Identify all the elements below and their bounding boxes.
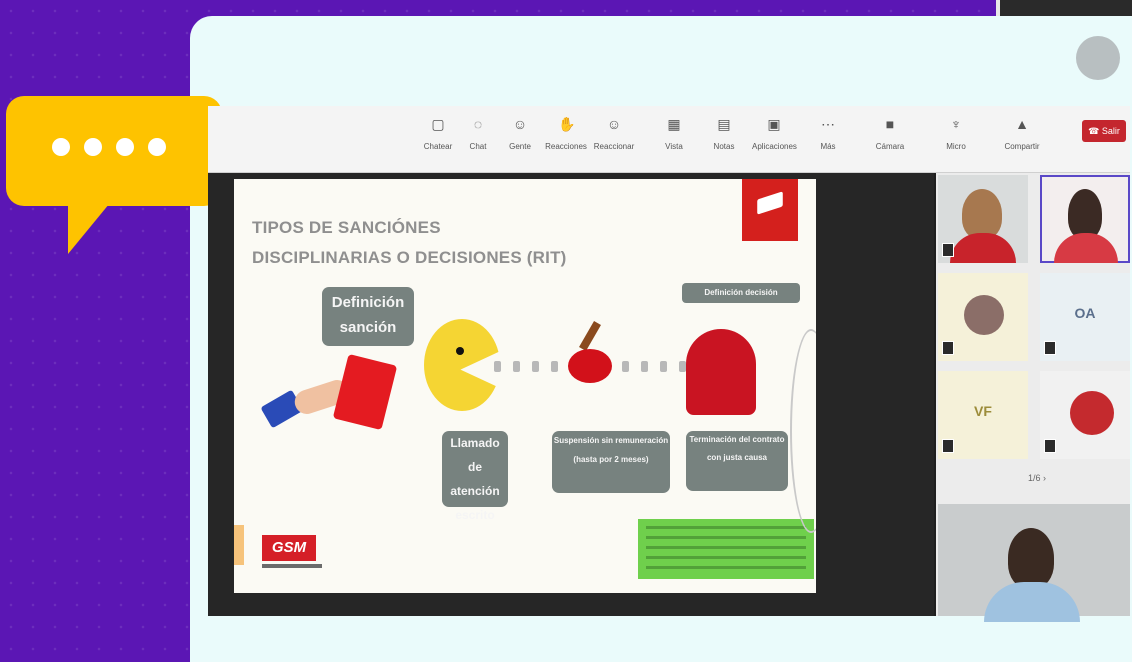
cherry-image [568,349,612,383]
typing-dots [52,138,166,156]
phone-icon: ☎ [1088,126,1100,136]
definition-decision-label: Definición decisión [682,283,800,303]
apps-icon: ▣ [767,116,781,132]
chat-bubble-tail [68,198,114,254]
grid-icon: ▦ [667,116,681,132]
camera-icon: ■ [885,116,895,132]
red-card-image [332,353,398,431]
people-icon: ☺ [512,116,528,132]
toolbar-mic-button[interactable]: ♆ Micro [934,116,978,151]
cherry-stem-image [579,321,601,351]
participant-tile-active[interactable] [1040,175,1130,263]
toolbar-camera-button[interactable]: ■ Cámara [868,116,912,151]
mic-muted-icon [942,439,954,453]
participant-tile[interactable] [938,273,1028,361]
gsm-logo: GSM [262,535,316,561]
decorative-circle [1076,36,1120,80]
toolbar-people-button[interactable]: ☺ Gente [498,116,542,151]
speech-icon: ◌ [473,116,483,132]
pellets-row-1 [494,361,558,372]
toolbar-apps-button[interactable]: ▣ Aplicaciones [752,116,797,151]
toolbar-view-button[interactable]: ▦ Vista [652,116,696,151]
toolbar-notes-button[interactable]: ▤ Notas [702,116,746,151]
honda-logo [742,179,798,241]
mic-muted-icon [1044,439,1056,453]
toolbar-share-button[interactable]: ▲ Compartir [1000,116,1044,151]
toolbar-chatear-button[interactable]: ▢ Chatear [416,116,460,151]
participant-tile[interactable]: VF [938,371,1028,459]
participant-tile[interactable] [1040,371,1130,459]
mic-muted-icon [942,341,954,355]
participant-initials: VF [974,403,992,419]
emoji-icon: ☺ [606,116,622,132]
leave-button[interactable]: ☎ Salir [1082,120,1126,142]
decorative-curve [790,329,816,533]
mic-icon: ♆ [950,116,962,132]
pellets-row-2 [622,361,686,372]
participant-avatar [1070,391,1114,435]
chat-icon: ▢ [431,116,445,132]
pacman-image [424,319,500,411]
ghost-image [686,329,756,415]
participant-tile[interactable] [938,175,1028,263]
participants-panel: OA VF 1/6 › [936,173,1130,622]
toolbar-react-button[interactable]: ☺ Reaccionar [592,116,636,151]
step-written-warning: Llamado de atención escrito [442,431,508,522]
content-card-footer [190,616,1132,662]
mic-muted-icon [942,243,954,257]
notes-icon: ▤ [717,116,731,132]
decorative-strip [234,525,244,565]
toolbar-raise-hand-button[interactable]: ✋ Reacciones [544,116,588,151]
speaker-head [1008,528,1054,588]
pacman-eye [456,347,464,355]
hand-icon: ✋ [558,116,576,132]
participant-shirt [950,233,1016,263]
meeting-toolbar: ▢ Chatear ◌ Chat ☺ Gente ✋ Reacciones ☺ Reacc… [208,106,1130,173]
share-icon: ▲ [1015,116,1029,132]
definition-sanction-label: Definición sanción [322,287,414,346]
toolbar-more-button[interactable]: ⋯ Más [806,116,850,151]
participant-video [1068,189,1102,239]
shared-screen: TIPOS DE SANCIÓNES DISCIPLINARIAS O DECI… [208,173,934,616]
participant-video [962,189,1002,239]
step-termination: Terminación del contrato con justa causa [686,431,788,491]
speaker-video [938,504,1130,622]
presentation-slide: TIPOS DE SANCIÓNES DISCIPLINARIAS O DECI… [234,179,816,593]
mic-muted-icon [1044,341,1056,355]
participants-pager[interactable]: 1/6 › [1028,473,1046,483]
footnote-box [638,519,814,579]
gsm-logo-subtitle [262,564,322,568]
toolbar-chat-button[interactable]: ◌ Chat [456,116,500,151]
more-icon: ⋯ [821,116,835,132]
step-suspension: Suspensión sin remuneración (hasta por 2… [552,431,670,493]
speaker-shirt [984,582,1080,622]
participant-shirt [1054,233,1118,263]
video-meeting-window: ▢ Chatear ◌ Chat ☺ Gente ✋ Reacciones ☺ Reacc… [208,106,1130,622]
participant-avatar [964,295,1004,335]
participant-initials: OA [1074,305,1096,321]
participant-tile[interactable]: OA [1040,273,1130,361]
slide-title: TIPOS DE SANCIÓNES DISCIPLINARIAS O DECI… [252,218,567,267]
